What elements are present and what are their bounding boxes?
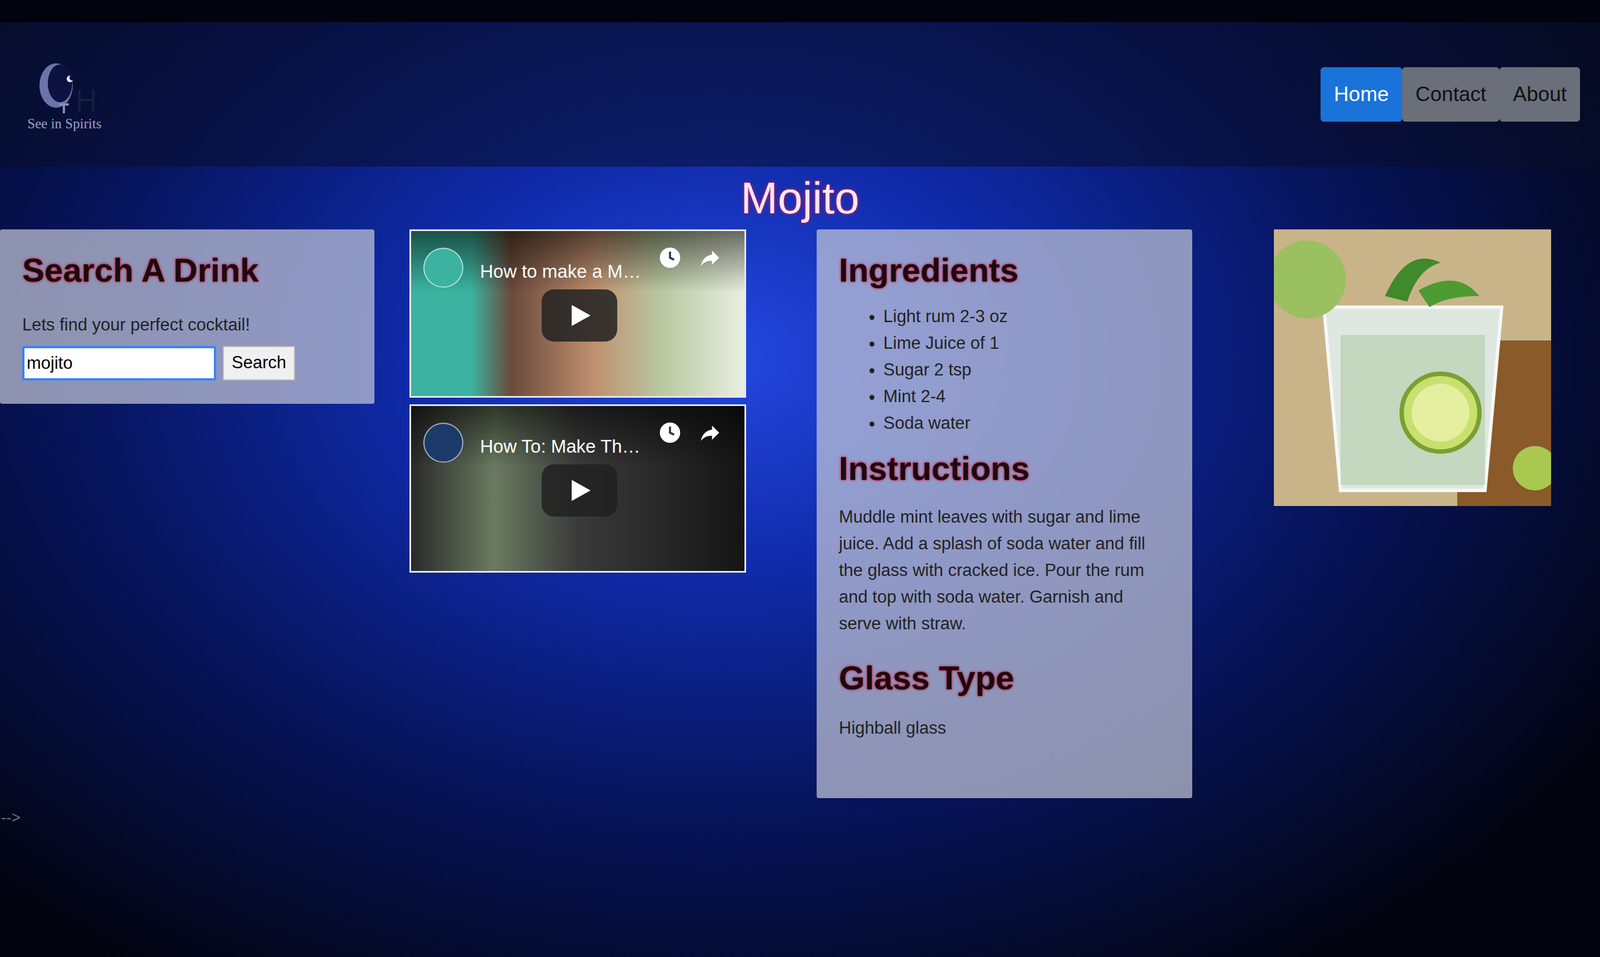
nav-button[interactable]: Home xyxy=(1320,67,1403,122)
logo-caption: See in Spirits xyxy=(27,116,102,131)
clock-icon[interactable] xyxy=(657,420,683,445)
ingredient-item: Lime Juice of 1 xyxy=(883,330,1170,357)
video-column: How to make a M… How To: Make Th… xyxy=(409,229,747,573)
video-title[interactable]: How To: Make Th… xyxy=(480,432,641,461)
recipe-card: Ingredients Light rum 2-3 ozLime Juice of… xyxy=(816,229,1193,799)
video-player[interactable]: How To: Make Th… xyxy=(409,404,747,573)
instructions-text: Muddle mint leaves with sugar and lime j… xyxy=(838,503,1170,638)
ingredient-item: Light rum 2-3 oz xyxy=(883,303,1170,330)
search-heading: Search A Drink xyxy=(22,249,353,292)
clock-icon[interactable] xyxy=(657,245,683,270)
instructions-heading: Instructions xyxy=(838,447,1170,490)
logo-icon xyxy=(25,58,104,120)
search-prompt: Lets find your perfect cocktail! xyxy=(22,312,353,339)
ingredient-item: Soda water xyxy=(883,410,1170,437)
drink-photo xyxy=(1273,229,1552,507)
video-player[interactable]: How to make a M… xyxy=(409,229,747,398)
share-icon[interactable] xyxy=(697,245,723,270)
ingredient-item: Mint 2-4 xyxy=(883,383,1170,410)
content-row: Search A Drink Lets find your perfect coc… xyxy=(0,229,1600,799)
ingredient-item: Sugar 2 tsp xyxy=(883,356,1170,384)
search-form: Search xyxy=(22,346,353,381)
search-card: Search A Drink Lets find your perfect coc… xyxy=(0,229,375,404)
nav: HomeContactAbout xyxy=(1320,67,1580,122)
drink-title: Mojito xyxy=(740,176,859,221)
title-bar: Mojito xyxy=(0,166,1600,230)
play-icon[interactable] xyxy=(541,289,618,342)
header: See in Spirits HomeContactAbout xyxy=(0,22,1600,167)
glass-text: Highball glass xyxy=(838,715,1170,742)
video-title[interactable]: How to make a M… xyxy=(480,257,642,286)
stray-text: --> xyxy=(0,798,1600,830)
share-icon[interactable] xyxy=(697,420,723,445)
search-button[interactable]: Search xyxy=(222,346,295,381)
play-icon[interactable] xyxy=(541,464,618,517)
nav-button[interactable]: About xyxy=(1499,67,1580,122)
channel-avatar[interactable] xyxy=(423,422,464,463)
channel-avatar[interactable] xyxy=(423,247,464,288)
ingredient-list: Light rum 2-3 ozLime Juice of 1Sugar 2 t… xyxy=(838,303,1170,437)
search-input[interactable] xyxy=(22,346,217,381)
ingredients-heading: Ingredients xyxy=(838,249,1170,292)
logo[interactable]: See in Spirits xyxy=(20,58,109,131)
glass-heading: Glass Type xyxy=(838,657,1170,699)
nav-button[interactable]: Contact xyxy=(1402,67,1500,122)
